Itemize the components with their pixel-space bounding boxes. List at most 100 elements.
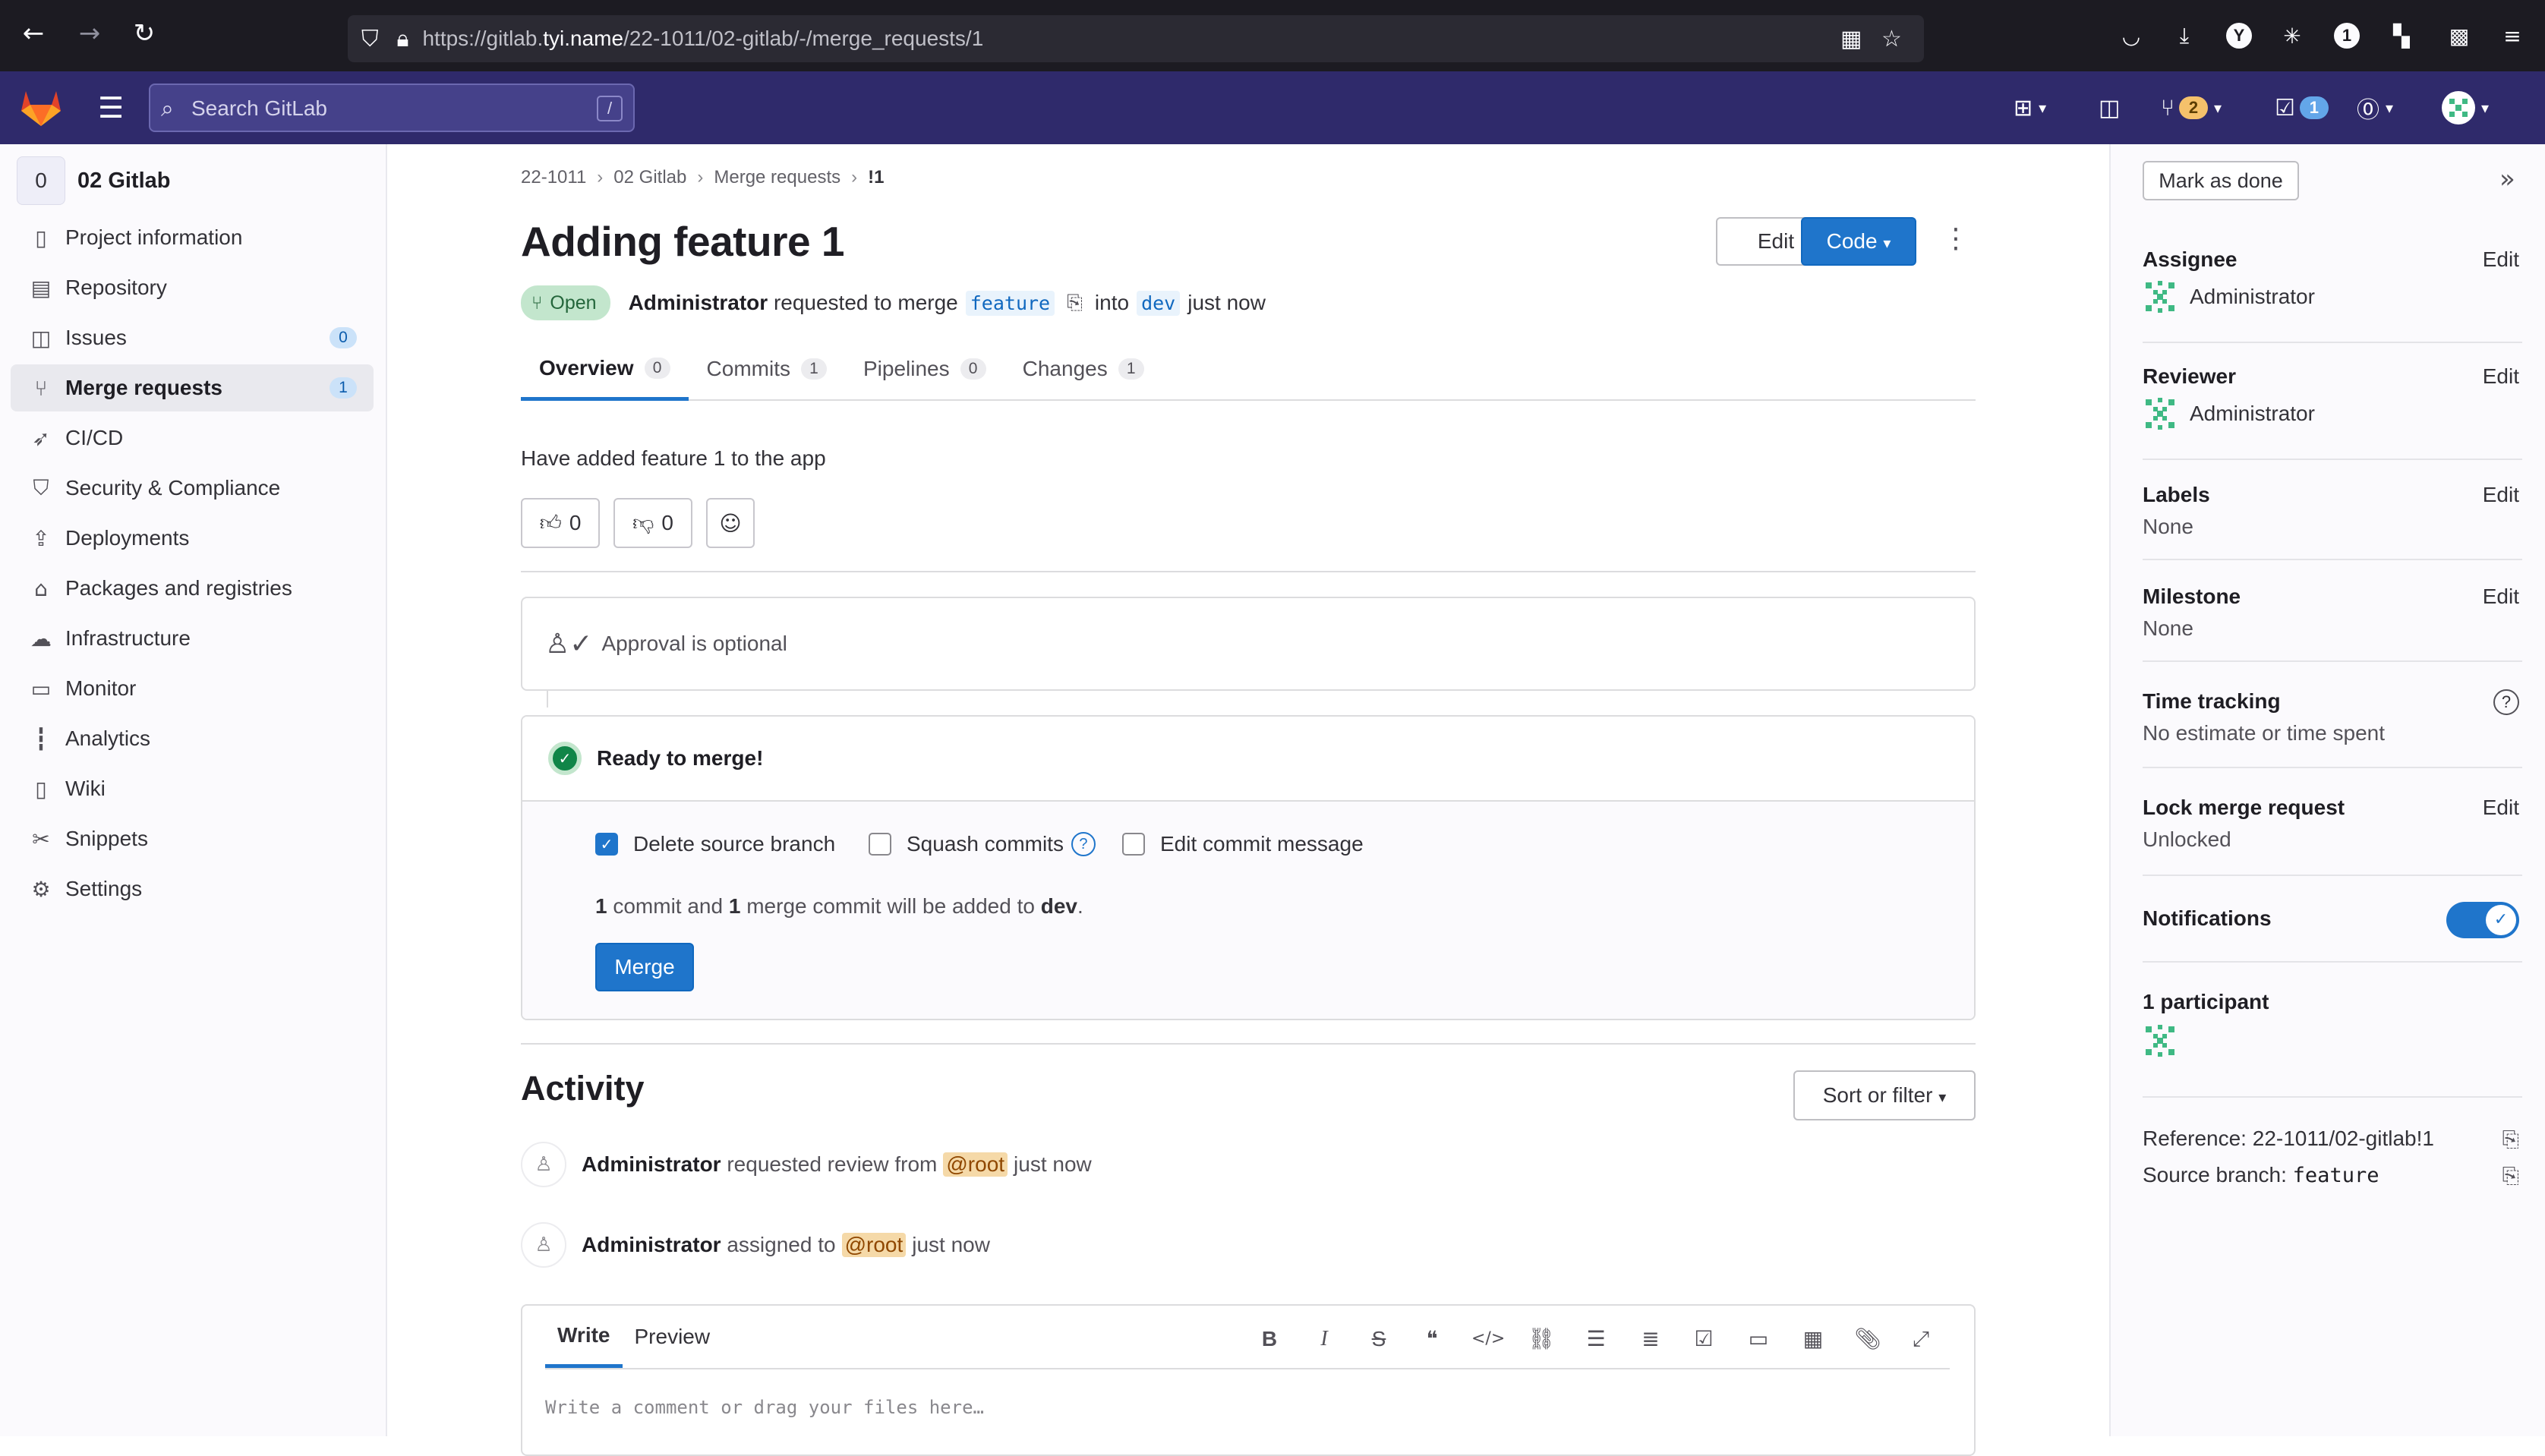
sidebar-item-ci-cd[interactable]: ➶ CI/CD [11,414,374,462]
merge-button[interactable]: Merge [595,943,694,991]
password-manager-icon[interactable]: 1 [2334,23,2360,49]
activity-actor[interactable]: Administrator [582,1233,721,1257]
bold-icon[interactable]: B [1254,1324,1285,1354]
thumbs-up-button[interactable]: 👍︎ 0 [521,498,600,548]
user-mention[interactable]: @root [943,1152,1008,1177]
sidebar-item-settings[interactable]: ⚙ Settings [11,865,374,912]
reviewer-user[interactable]: Administrator [2143,396,2522,431]
lock-icon[interactable]: 🔒︎ [397,26,409,52]
activity-actor[interactable]: Administrator [582,1152,721,1177]
qr-code-icon[interactable]: ▦ [1840,26,1862,52]
bullet-list-icon[interactable]: ☰ [1581,1324,1611,1354]
edit-commit-message-checkbox[interactable] [1122,833,1145,856]
edit-assignee-link[interactable]: Edit [2483,247,2519,272]
copy-reference-icon[interactable]: ⎘ [2502,1127,2519,1152]
italic-icon[interactable]: I [1309,1324,1339,1354]
quote-icon[interactable]: ❝ [1417,1324,1447,1354]
participant-avatar[interactable] [2143,1023,2178,1058]
bookmark-star-icon[interactable]: ☆ [1881,26,1902,52]
sidebar-item-project-information[interactable]: ▯ Project information [11,214,374,261]
sort-filter-dropdown[interactable]: Sort or filter ▾ [1793,1070,1976,1120]
sidebar-item-merge-requests[interactable]: ⑂ Merge requests 1 [11,364,374,411]
link-icon[interactable]: ⛓ [1526,1324,1556,1354]
project-name[interactable]: 02 Gitlab [77,169,171,194]
gitlab-logo-icon[interactable] [20,88,62,128]
tab-pipelines[interactable]: Pipelines 0 [845,339,1004,399]
merge-requests-icon[interactable]: ⑂ 2 ▾ [2161,91,2222,124]
issues-icon[interactable]: ◫ [2099,91,2120,124]
tab-write[interactable]: Write [545,1306,623,1368]
sidebar-item-issues[interactable]: ◫ Issues 0 [11,314,374,361]
apps-grid-icon[interactable]: ▩ [2446,23,2472,49]
search-input[interactable] [191,93,571,124]
collapse-sidebar-icon[interactable]: » [2499,164,2515,194]
edit-reviewer-link[interactable]: Edit [2483,364,2519,389]
user-avatar[interactable]: ▾ [2442,91,2489,124]
breadcrumb-project[interactable]: 02 Gitlab [613,167,686,188]
sidebar-item-security-compliance[interactable]: ⛉ Security & Compliance [11,465,374,512]
todos-icon[interactable]: ☑ 1 [2275,91,2329,124]
code-icon[interactable]: </> [1471,1324,1505,1354]
project-avatar[interactable]: 0 [17,156,65,205]
delete-source-branch-checkbox[interactable]: ✓ [595,833,618,856]
squash-commits-option[interactable]: Squash commits? [869,832,1096,856]
copy-icon[interactable]: ⎘ [1067,292,1083,315]
back-icon[interactable]: ← [17,17,50,50]
task-list-icon[interactable]: ☑ [1689,1324,1719,1354]
code-dropdown-button[interactable]: Code ▾ [1801,217,1916,266]
tab-preview[interactable]: Preview [623,1306,723,1368]
squash-commits-checkbox[interactable] [869,833,891,856]
more-actions-icon[interactable]: ⋮ [1942,223,1969,254]
time-tracking-help-icon[interactable]: ? [2493,689,2519,715]
edit-labels-link[interactable]: Edit [2483,483,2519,507]
edit-commit-message-option[interactable]: Edit commit message [1122,832,1364,856]
search-box[interactable]: ⌕ / [149,84,635,132]
target-branch[interactable]: dev [1137,290,1181,316]
create-new-icon[interactable]: ⊞ ▾ [2014,91,2046,124]
edit-lock-link[interactable]: Edit [2483,796,2519,820]
sidebar-item-packages-registries[interactable]: ⌂ Packages and registries [11,565,374,612]
help-icon[interactable]: ? [1071,832,1096,856]
sidebar-item-analytics[interactable]: ┇ Analytics [11,715,374,762]
notifications-toggle[interactable]: ✓ [2446,902,2519,938]
attach-file-icon[interactable]: 📎︎ [1853,1324,1883,1354]
breadcrumb-current[interactable]: !1 [868,167,884,188]
help-icon[interactable]: ⓪ ▾ [2357,91,2393,124]
thumbs-down-button[interactable]: 👎︎ 0 [613,498,692,548]
extension-y-icon[interactable]: Y [2226,23,2252,49]
fullscreen-icon[interactable]: ⤢ [1906,1324,1936,1354]
source-branch[interactable]: feature [965,290,1055,316]
sidebar-item-infrastructure[interactable]: ☁ Infrastructure [11,615,374,662]
extension-star-icon[interactable]: ✳ [2279,23,2305,49]
sidebar-item-wiki[interactable]: ▯ Wiki [11,765,374,812]
address-bar[interactable]: ⛉ 🔒︎ https://gitlab.tyi.name/22-1011/02-… [348,15,1924,62]
user-mention[interactable]: @root [841,1233,907,1257]
tab-overview[interactable]: Overview 0 [521,339,689,401]
numbered-list-icon[interactable]: ≣ [1635,1324,1666,1354]
mark-as-done-button[interactable]: Mark as done [2143,161,2299,200]
collapsible-section-icon[interactable]: ▭ [1743,1324,1774,1354]
add-reaction-button[interactable]: ☺ [706,498,755,548]
delete-source-branch-option[interactable]: ✓ Delete source branch [595,832,835,856]
tab-commits[interactable]: Commits 1 [689,339,845,399]
pocket-icon[interactable]: ◡ [2118,23,2144,49]
hamburger-menu-icon[interactable]: ☰ [93,93,129,123]
edit-milestone-link[interactable]: Edit [2483,585,2519,609]
sidebar-item-monitor[interactable]: ▭ Monitor [11,665,374,712]
sidebar-item-repository[interactable]: ▤ Repository [11,264,374,311]
table-icon[interactable]: ▦ [1798,1324,1828,1354]
copy-source-branch-icon[interactable]: ⎘ [2502,1163,2519,1189]
tab-changes[interactable]: Changes 1 [1004,339,1162,399]
reload-icon[interactable]: ↻ [128,17,161,50]
project-header[interactable]: 0 02 Gitlab [17,156,171,205]
author-link[interactable]: Administrator [629,291,768,315]
assignee-user[interactable]: Administrator [2143,279,2522,314]
comment-textarea[interactable] [545,1385,1950,1430]
breadcrumb-group[interactable]: 22-1011 [521,167,586,188]
breadcrumb-merge-requests[interactable]: Merge requests [714,167,840,188]
download-icon[interactable]: ⤓ [2171,23,2197,49]
strikethrough-icon[interactable]: S [1364,1324,1394,1354]
sidebar-item-snippets[interactable]: ✂ Snippets [11,815,374,862]
url-text[interactable]: https://gitlab.tyi.name/22-1011/02-gitla… [422,27,983,51]
shield-icon[interactable]: ⛉ [361,26,379,52]
